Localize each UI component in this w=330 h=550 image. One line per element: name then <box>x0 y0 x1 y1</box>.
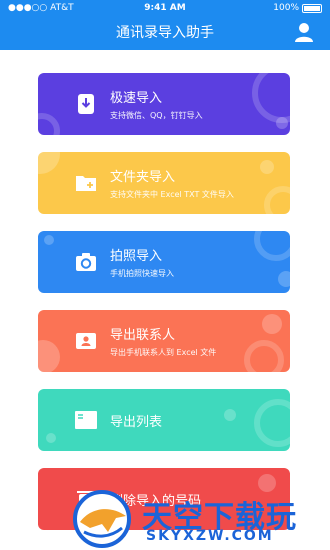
user-profile-button[interactable] <box>292 20 316 44</box>
card-title: 导出联系人 <box>110 328 176 343</box>
card-title: 文件夹导入 <box>110 170 176 185</box>
battery-icon <box>302 3 322 13</box>
card-subtitle: 导出手机联系人到 Excel 文件 <box>110 348 217 357</box>
app-header: ●●●○○ AT&T 9:41 AM 100% 通讯录导入助手 <box>0 0 330 50</box>
contact-card-icon <box>76 333 96 349</box>
battery-percent: 100% <box>273 3 299 13</box>
card-title: 极速导入 <box>110 91 163 106</box>
phone-download-icon <box>78 94 94 114</box>
card-title: 拍照导入 <box>110 249 163 264</box>
card-subtitle: 手机拍照快速导入 <box>110 269 174 278</box>
watermark-brand-en: SKYXZW.COM <box>146 528 274 544</box>
folder-add-icon <box>76 176 96 191</box>
page-title: 通讯录导入助手 <box>116 25 214 41</box>
list-sheet-icon <box>75 411 97 429</box>
card-subtitle: 支持文件夹中 Excel TXT 文件导入 <box>110 190 234 199</box>
site-watermark: 天空下载玩 SKYXZW.COM <box>70 488 330 550</box>
status-bar: ●●●○○ AT&T 9:41 AM 100% <box>0 0 330 16</box>
watermark-logo <box>73 490 131 548</box>
camera-icon <box>76 253 96 271</box>
battery-status: 100% <box>273 0 322 16</box>
card-subtitle: 支持微信、QQ，钉钉导入 <box>110 111 203 120</box>
folder-import-card[interactable]: 文件夹导入 支持文件夹中 Excel TXT 文件导入 <box>38 152 290 214</box>
export-contacts-card[interactable]: 导出联系人 导出手机联系人到 Excel 文件 <box>38 310 290 372</box>
card-title: 导出列表 <box>110 415 163 430</box>
quick-import-card[interactable]: 极速导入 支持微信、QQ，钉钉导入 <box>38 73 290 135</box>
photo-import-card[interactable]: 拍照导入 手机拍照快速导入 <box>38 231 290 293</box>
export-list-card[interactable]: 导出列表 <box>38 389 290 451</box>
user-icon <box>295 23 313 42</box>
